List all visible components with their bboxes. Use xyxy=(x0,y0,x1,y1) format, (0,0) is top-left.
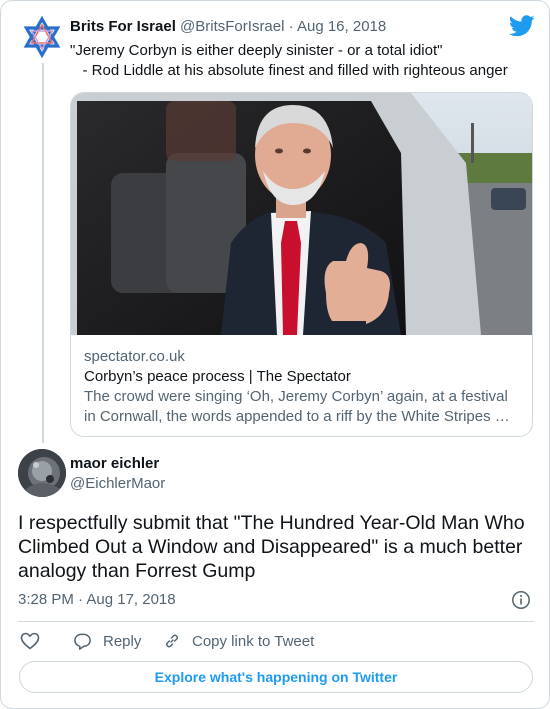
parent-tweet-text: "Jeremy Corbyn is either deeply sinister… xyxy=(70,41,508,81)
speech-bubble-icon xyxy=(74,633,91,650)
main-author-handle[interactable]: @EichlerMaor xyxy=(70,474,165,494)
heart-icon xyxy=(20,632,40,650)
link-icon xyxy=(166,634,178,648)
action-divider xyxy=(18,621,534,622)
copy-link-button[interactable]: Copy link to Tweet xyxy=(163,631,314,651)
explore-twitter-button[interactable]: Explore what's happening on Twitter xyxy=(19,661,533,693)
parent-text-line-1: "Jeremy Corbyn is either deeply sinister… xyxy=(70,42,443,59)
article-photo-image xyxy=(71,93,532,335)
copy-link-label: Copy link to Tweet xyxy=(192,632,315,650)
parent-author-handle[interactable]: @BritsForIsrael xyxy=(180,18,284,35)
main-tweet-timestamp[interactable]: 3:28 PM · Aug 17, 2018 xyxy=(18,590,176,610)
link-title: Corbyn’s peace process | The Spectator xyxy=(84,368,351,385)
brits-for-israel-avatar[interactable] xyxy=(18,13,66,61)
link-preview-card[interactable]: spectator.co.uk Corbyn’s peace process |… xyxy=(70,92,533,437)
main-tweet-text: I respectfully submit that "The Hundred … xyxy=(18,512,525,582)
link-description-line-1: The crowd were singing ‘Oh, Jeremy Corby… xyxy=(84,388,508,405)
header-separator: · xyxy=(288,18,294,35)
reply-label: Reply xyxy=(103,632,142,650)
main-author-name[interactable]: maor eichler xyxy=(70,454,159,474)
parent-tweet-date[interactable]: Aug 16, 2018 xyxy=(297,18,386,35)
link-preview-text: spectator.co.uk Corbyn’s peace process |… xyxy=(84,347,519,427)
parent-text-line-2: - Rod Liddle at his absolute finest and … xyxy=(70,62,508,79)
like-button[interactable] xyxy=(20,631,40,651)
link-domain: spectator.co.uk xyxy=(84,348,185,365)
tweet-embed-card: Brits For Israel @BritsForIsrael · Aug 1… xyxy=(0,0,550,709)
twitter-bird-icon[interactable] xyxy=(509,15,535,37)
reply-button[interactable]: Reply xyxy=(73,631,141,651)
maor-eichler-avatar[interactable] xyxy=(18,449,66,497)
info-icon[interactable] xyxy=(511,590,531,610)
parent-author-name[interactable]: Brits For Israel xyxy=(70,18,176,35)
thread-connector-line xyxy=(42,63,44,443)
parent-tweet-header: Brits For Israel @BritsForIsrael · Aug 1… xyxy=(70,17,386,37)
link-description-line-2: in Cornwall, the words appended to a rif… xyxy=(84,408,510,425)
